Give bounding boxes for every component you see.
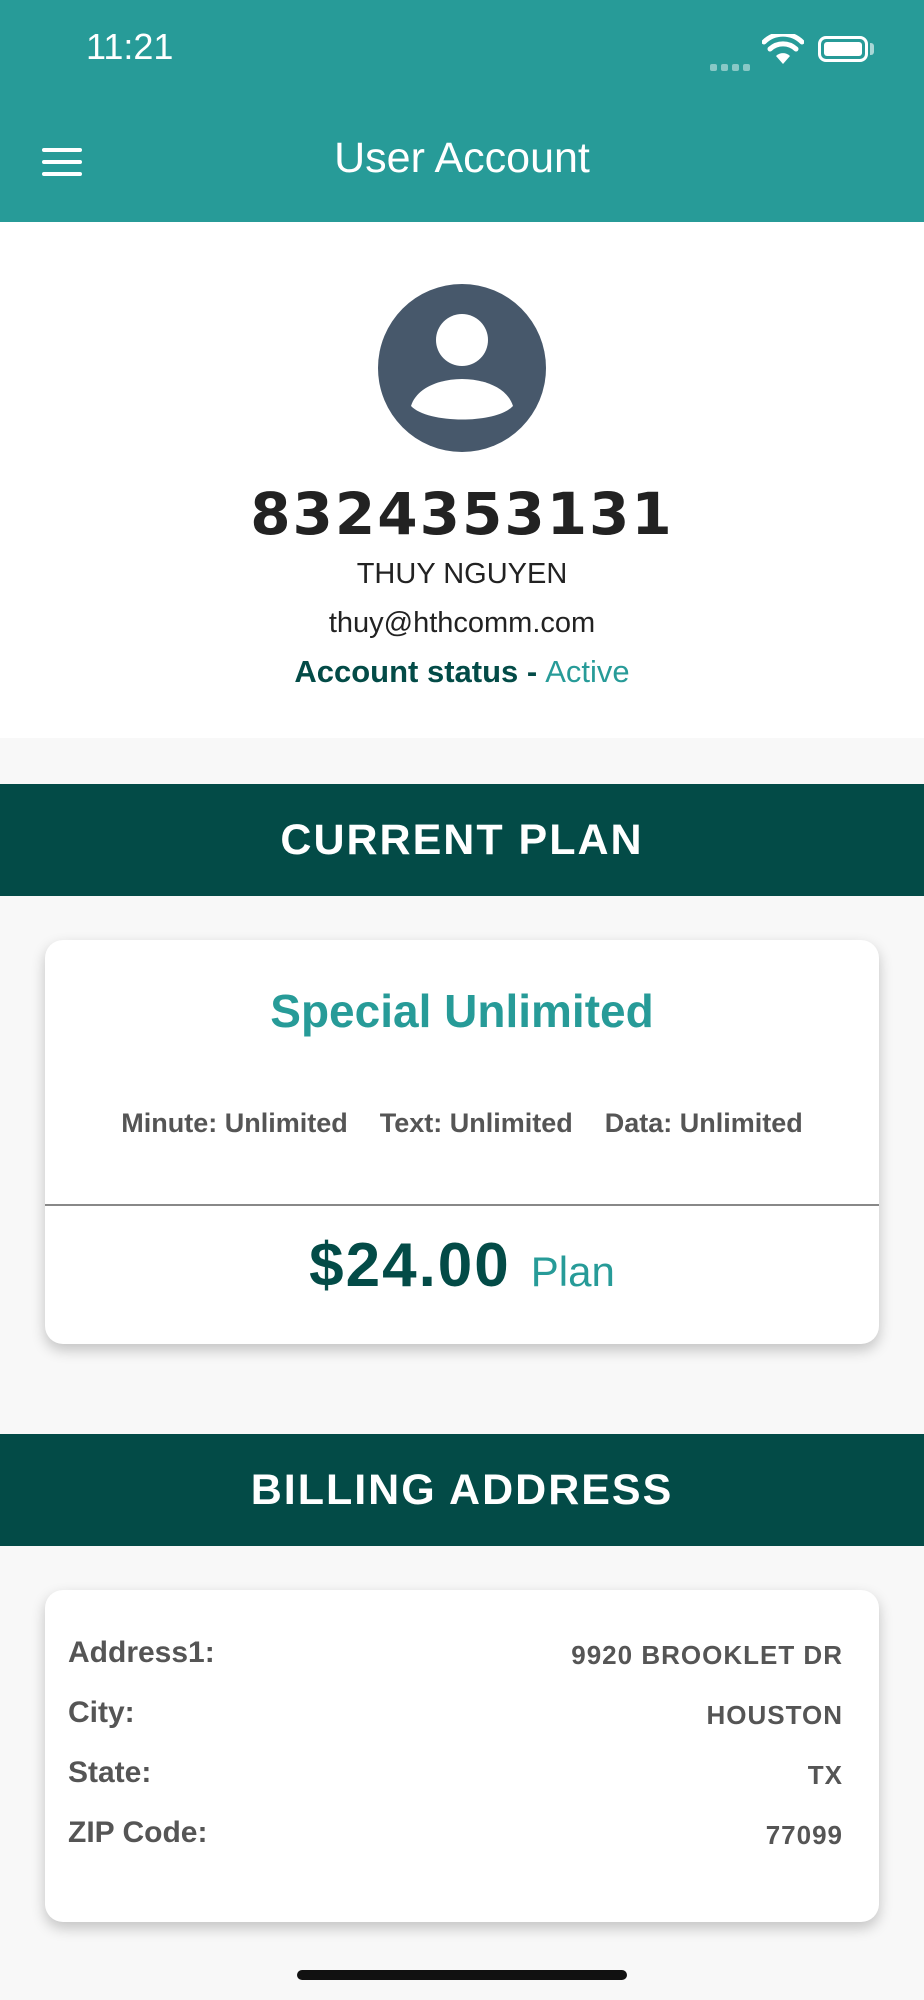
billing-row-city: City: HOUSTON [68,1696,843,1736]
billing-row-state: State: TX [68,1756,843,1796]
home-indicator[interactable] [297,1970,627,1980]
plan-name: Special Unlimited [270,985,654,1037]
status-bar-time: 11:21 [86,26,174,67]
plan-price-amount: $24.00 [309,1231,511,1300]
billing-value: TX [807,1760,843,1790]
plan-feature-data: Data: Unlimited [604,1108,803,1138]
billing-label: State: [68,1756,152,1789]
billing-value: 9920 BROOKLET DR [571,1640,843,1670]
avatar-icon [378,284,546,452]
plan-feature-minutes: Minute: Unlimited [121,1108,348,1138]
billing-label: Address1: [68,1636,215,1669]
current-plan-heading: CURRENT PLAN [0,784,924,896]
plan-features: Minute: Unlimited Text: Unlimited Data: Un… [45,1108,879,1139]
plan-card[interactable]: Special Unlimited Minute: Unlimited Text:… [45,940,879,1344]
billing-card: Address1: 9920 BROOKLET DR City: HOUSTON… [45,1590,879,1922]
billing-row-address1: Address1: 9920 BROOKLET DR [68,1636,843,1676]
plan-divider [45,1204,879,1206]
plan-feature-text: Text: Unlimited [379,1108,573,1138]
wifi-icon [762,34,804,64]
plan-price: $24.00 Plan [45,1230,879,1301]
profile-section: 8324353131 THUY NGUYEN thuy@hthcomm.com … [0,222,924,738]
billing-label: ZIP Code: [68,1816,208,1849]
billing-label: City: [68,1696,135,1729]
signal-icon [710,56,754,75]
billing-value: HOUSTON [706,1700,843,1730]
account-status-label: Account status - [294,654,538,689]
account-status-value: Active [545,654,630,689]
billing-address-heading: BILLING ADDRESS [0,1434,924,1546]
battery-cap [870,43,874,55]
billing-value: 77099 [765,1820,843,1850]
battery-icon [818,36,868,62]
app-header: 11:21 User Account [0,0,924,222]
account-phone-number: 8324353131 [250,480,674,548]
page-title: User Account [334,134,590,182]
account-status: Account status - Active [0,654,924,690]
billing-row-zip: ZIP Code: 77099 [68,1816,843,1856]
account-name: THUY NGUYEN [356,558,568,590]
plan-price-label: Plan [530,1248,615,1295]
account-email: thuy@hthcomm.com [328,607,596,639]
